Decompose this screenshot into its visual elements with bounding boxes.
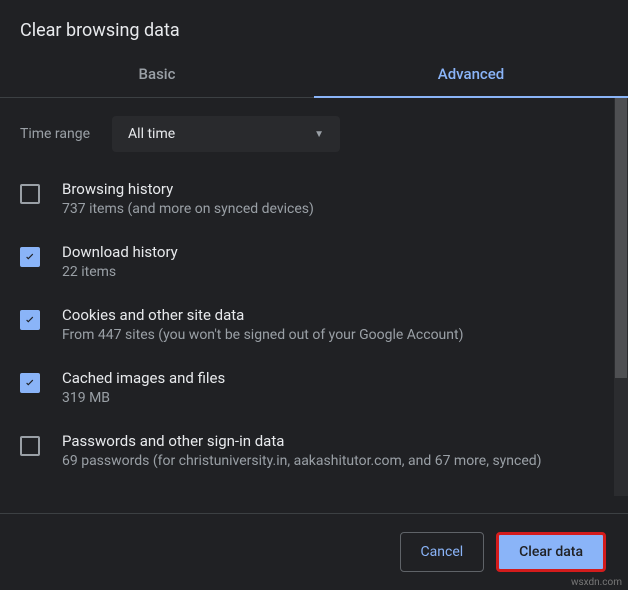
- item-title: Cached images and files: [62, 369, 225, 387]
- time-range-label: Time range: [20, 126, 90, 142]
- item-subtitle: From 447 sites (you won't be signed out …: [62, 326, 463, 345]
- chevron-down-icon: ▼: [314, 129, 324, 140]
- checkbox-cached[interactable]: [20, 373, 40, 393]
- checkbox-download-history[interactable]: [20, 247, 40, 267]
- item-title: Download history: [62, 243, 178, 261]
- item-subtitle: 22 items: [62, 263, 178, 282]
- list-item: Passwords and other sign-in data 69 pass…: [20, 432, 608, 471]
- tab-bar: Basic Advanced: [0, 51, 628, 98]
- item-subtitle: 69 passwords (for christuniversity.in, a…: [62, 452, 542, 471]
- list-item: Cached images and files 319 MB: [20, 369, 608, 408]
- clear-data-button[interactable]: Clear data: [496, 532, 606, 572]
- time-range-value: All time: [128, 126, 175, 142]
- list-item: Download history 22 items: [20, 243, 608, 282]
- checkbox-passwords[interactable]: [20, 436, 40, 456]
- time-range-row: Time range All time ▼: [20, 116, 608, 152]
- list-item: Cookies and other site data From 447 sit…: [20, 306, 608, 345]
- watermark: wsxdn.com: [571, 577, 622, 588]
- checkbox-browsing-history[interactable]: [20, 184, 40, 204]
- list-item: Browsing history 737 items (and more on …: [20, 180, 608, 219]
- item-title: Cookies and other site data: [62, 306, 463, 324]
- content-area: Time range All time ▼ Browsing history 7…: [0, 98, 628, 496]
- checkbox-cookies[interactable]: [20, 310, 40, 330]
- item-title: Passwords and other sign-in data: [62, 432, 542, 450]
- dialog-title: Clear browsing data: [0, 0, 628, 51]
- time-range-select[interactable]: All time ▼: [112, 116, 340, 152]
- tab-basic[interactable]: Basic: [0, 51, 314, 97]
- item-subtitle: 737 items (and more on synced devices): [62, 200, 314, 219]
- cancel-button[interactable]: Cancel: [400, 532, 485, 572]
- item-title: Browsing history: [62, 180, 314, 198]
- dialog-footer: Cancel Clear data: [0, 513, 628, 590]
- item-subtitle: 319 MB: [62, 389, 225, 408]
- tab-advanced[interactable]: Advanced: [314, 51, 628, 97]
